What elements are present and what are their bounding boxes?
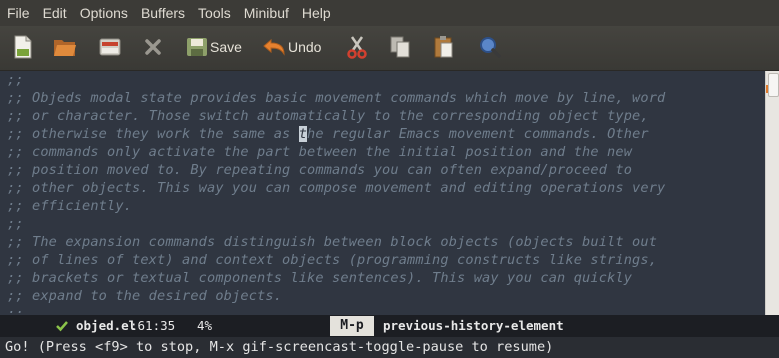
close-buffer-button[interactable] — [98, 32, 122, 62]
buffer-name[interactable]: objed.el — [76, 318, 136, 333]
code-line: ;; position moved to. By repeating comma… — [7, 162, 633, 178]
save-label: Save — [210, 39, 242, 55]
code-line-cursor: ;; otherwise they work the same as the r… — [7, 125, 649, 143]
code-line: ;; other objects. This way you can compo… — [7, 180, 666, 196]
menu-file[interactable]: File — [0, 0, 36, 26]
checkmark-icon — [55, 319, 69, 336]
menu-edit[interactable]: Edit — [36, 0, 73, 26]
menu-options[interactable]: Options — [73, 0, 134, 26]
paste-button[interactable] — [433, 32, 455, 62]
cursor-position: :61:35 — [130, 318, 176, 333]
vertical-scrollbar[interactable] — [765, 71, 779, 315]
search-icon — [478, 35, 502, 59]
cancel-icon — [143, 37, 163, 57]
code-line: ;; Objeds modal state provides basic mov… — [7, 90, 666, 106]
keystroke-badge: M-p — [330, 316, 374, 336]
undo-label: Undo — [288, 39, 322, 55]
cursor-line-prefix: ;; otherwise they work the same as — [7, 126, 299, 142]
code-line: ;; — [7, 72, 24, 88]
search-button[interactable] — [478, 32, 502, 62]
cut-button[interactable] — [346, 32, 368, 62]
new-file-button[interactable] — [12, 32, 34, 62]
save-icon — [186, 36, 208, 58]
open-folder-icon — [52, 35, 78, 59]
command-name: previous-history-element — [383, 318, 564, 333]
save-button[interactable]: Save — [186, 32, 242, 62]
copy-icon — [389, 35, 411, 59]
toolbar: Save Undo — [0, 26, 779, 71]
text-cursor: t — [298, 126, 308, 142]
menu-tools[interactable]: Tools — [191, 0, 237, 26]
paste-icon — [433, 35, 455, 59]
undo-button[interactable]: Undo — [262, 32, 321, 62]
menu-bar: File Edit Options Buffers Tools Minibuf … — [0, 0, 779, 26]
code-line: ;; or character. Those switch automatica… — [7, 108, 649, 124]
code-line: ;; commands only activate the part betwe… — [7, 144, 633, 160]
code-line: ;; The expansion commands distinguish be… — [7, 234, 658, 250]
new-file-icon — [12, 34, 34, 60]
scrollbar-thumb[interactable] — [768, 73, 779, 97]
copy-button[interactable] — [389, 32, 411, 62]
cursor-line-suffix: he regular Emacs movement commands. Othe… — [307, 126, 649, 142]
code-line: ;; — [7, 306, 24, 315]
undo-icon — [262, 36, 286, 58]
menu-buffers[interactable]: Buffers — [134, 0, 191, 26]
code-line: ;; efficiently. — [7, 198, 133, 214]
cancel-button[interactable] — [143, 32, 163, 62]
code-line: ;; brackets or textual components like s… — [7, 270, 633, 286]
buffer-percent: 4% — [197, 318, 213, 333]
code-line: ;; — [7, 216, 24, 232]
cut-icon — [346, 35, 368, 59]
open-file-button[interactable] — [52, 32, 78, 62]
mode-line: objed.el :61:35 4% M-p previous-history-… — [0, 315, 779, 337]
close-buffer-icon — [98, 35, 122, 59]
code-line: ;; expand to the desired objects. — [7, 288, 283, 304]
editor-buffer[interactable]: ;; ;; Objeds modal state provides basic … — [0, 71, 765, 315]
menu-minibuf[interactable]: Minibuf — [237, 0, 295, 26]
menu-help[interactable]: Help — [295, 0, 337, 26]
echo-area[interactable]: Go! (Press <f9> to stop, M-x gif-screenc… — [0, 337, 779, 358]
code-line: ;; of lines of text) and context objects… — [7, 252, 658, 268]
